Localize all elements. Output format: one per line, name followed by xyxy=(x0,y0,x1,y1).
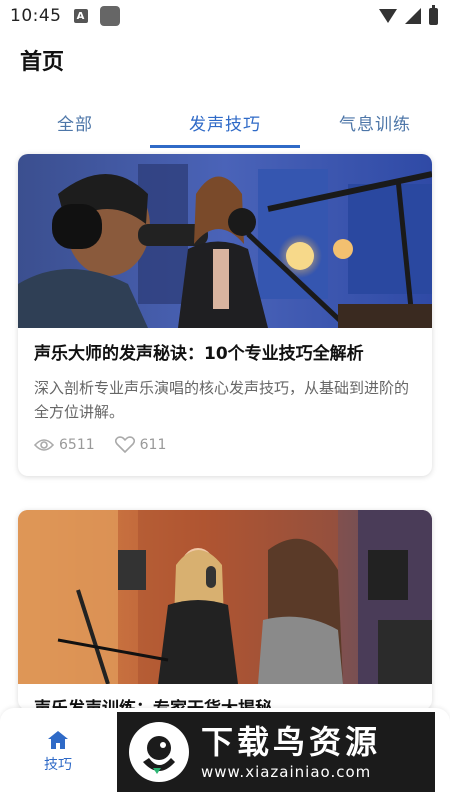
watermark-url: www.xiazainiao.com xyxy=(201,763,372,781)
watermark-texts: 下载鸟资源 www.xiazainiao.com xyxy=(201,723,381,781)
likes-stat[interactable]: 611 xyxy=(114,436,167,454)
home-icon xyxy=(48,731,68,749)
tab-vocal-techniques[interactable]: 发声技巧 xyxy=(150,96,300,148)
views-count: 6511 xyxy=(59,437,95,453)
nav-tips[interactable]: 技巧 xyxy=(38,730,78,774)
bird-logo-icon xyxy=(129,722,189,782)
status-time: 10:45 xyxy=(10,6,62,26)
eye-icon xyxy=(34,439,54,451)
nav-tips-label: 技巧 xyxy=(44,757,72,773)
category-tabs: 全部 发声技巧 气息训练 xyxy=(0,96,450,148)
wifi-icon xyxy=(379,9,397,23)
views-stat: 6511 xyxy=(34,437,95,453)
article-card[interactable]: 声乐发声训练：专家干货大揭秘 xyxy=(18,510,432,710)
page-title: 首页 xyxy=(20,50,65,75)
watermark-banner: 下载鸟资源 www.xiazainiao.com xyxy=(117,712,435,792)
article-description: 深入剖析专业声乐演唱的核心发声技巧，从基础到进阶的全方位讲解。 xyxy=(34,379,410,421)
signal-icon xyxy=(405,8,421,24)
status-indicators xyxy=(379,4,438,25)
bird-icon xyxy=(143,736,175,774)
article-card[interactable]: 声乐大师的发声秘诀：10个专业技巧全解析 深入剖析专业声乐演唱的核心发声技巧，从… xyxy=(18,154,432,476)
watermark-title: 下载鸟资源 xyxy=(201,723,382,761)
likes-count: 611 xyxy=(139,437,167,453)
tab-breath-training[interactable]: 气息训练 xyxy=(300,96,450,148)
tab-all[interactable]: 全部 xyxy=(0,96,150,148)
article-cover-image xyxy=(18,510,432,684)
status-bar: 10:45 A xyxy=(0,0,450,32)
notification-app-icon xyxy=(99,6,120,26)
article-title: 声乐大师的发声秘诀：10个专业技巧全解析 xyxy=(34,344,364,364)
battery-icon xyxy=(429,4,438,25)
article-stats: 6511 611 xyxy=(34,436,416,454)
notification-a-icon: A xyxy=(73,9,88,23)
heart-icon xyxy=(114,436,135,453)
article-cover-image xyxy=(18,154,432,328)
